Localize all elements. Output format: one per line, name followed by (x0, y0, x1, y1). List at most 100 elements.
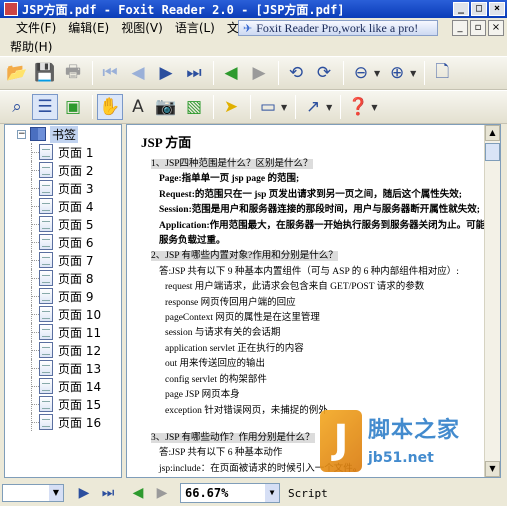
text-line: 答:JSP 共有以下 9 种基本内置组件（可与 ASP 的 6 种内部组件相对应… (141, 265, 486, 280)
chevron-down-icon[interactable]: ▼ (49, 485, 63, 501)
forward-icon[interactable]: ▶ (246, 60, 272, 86)
doc-minimize-button[interactable]: _ (452, 20, 468, 36)
chevron-down-icon[interactable]: ▼ (326, 103, 332, 112)
bookmark-item[interactable]: 页面 8 (5, 269, 121, 287)
maximize-button[interactable]: □ (471, 2, 487, 16)
open-icon[interactable]: 📂 (4, 60, 30, 86)
menu-item[interactable]: 语言(L) (169, 19, 221, 36)
bookmark-item[interactable]: 页面 7 (5, 251, 121, 269)
chevron-down-icon[interactable]: ▼ (374, 69, 380, 78)
app-icon (4, 2, 18, 16)
zoom-out-icon[interactable]: ⊖ (348, 60, 374, 86)
bookmark-panel-icon[interactable]: ☰ (32, 94, 58, 120)
last-page-icon[interactable]: ⏭ (181, 60, 207, 86)
page-icon (39, 198, 53, 214)
chevron-down-icon[interactable]: ▼ (281, 103, 287, 112)
bookmark-item[interactable]: 页面 14 (5, 377, 121, 395)
line-text: 3、JSP 有哪些动作？作用分别是什么？ (151, 432, 315, 443)
bookmark-item[interactable]: 页面 11 (5, 323, 121, 341)
collapse-icon[interactable]: − (17, 129, 26, 139)
bookmark-root-label: 书签 (50, 125, 79, 143)
bookmark-item[interactable]: 页面 6 (5, 233, 121, 251)
form-icon[interactable]: ▭ (255, 94, 281, 120)
thumbnail-icon[interactable]: ▣ (60, 94, 86, 120)
line-text: pageContext 网页的属性是在这里管理 (165, 313, 320, 324)
toolbar-separator (213, 95, 214, 119)
line-text: request 用户端请求，此请求会包含来自 GET/POST 请求的参数 (165, 282, 425, 293)
doc-close-button[interactable]: × (488, 20, 504, 36)
chevron-down-icon[interactable]: ▼ (410, 69, 416, 78)
prev-page-icon[interactable]: ◀ (125, 60, 151, 86)
first-page-icon[interactable]: ⏮ (97, 60, 123, 86)
bookmark-item[interactable]: 页面 5 (5, 215, 121, 233)
scroll-down-icon[interactable]: ▼ (485, 461, 500, 477)
chevron-down-icon[interactable]: ▼ (371, 103, 377, 112)
bookmark-item[interactable]: 页面 3 (5, 179, 121, 197)
text-line: session 与请求有关的会话期 (141, 326, 486, 341)
bookmark-item[interactable]: 页面 2 (5, 161, 121, 179)
bookmark-item[interactable]: 页面 13 (5, 359, 121, 377)
bookmark-item[interactable]: 页面 10 (5, 305, 121, 323)
help-icon[interactable]: ❓ (345, 94, 371, 120)
back-icon[interactable]: ◀ (218, 60, 244, 86)
hand-tool-icon[interactable]: ✋ (97, 94, 123, 120)
menu-help[interactable]: 帮助(H) (4, 38, 58, 55)
back-icon[interactable]: ◀ (126, 482, 150, 504)
bookmark-item-label: 页面 9 (58, 289, 94, 304)
page-icon (39, 306, 53, 322)
pointer-icon[interactable]: ➤ (218, 94, 244, 120)
bookmark-item[interactable]: 页面 9 (5, 287, 121, 305)
toolbar-separator (278, 61, 279, 85)
chevron-down-icon[interactable]: ▼ (265, 484, 279, 502)
forward-icon[interactable]: ▶ (150, 482, 174, 504)
find-icon[interactable]: ⌕ (4, 94, 30, 120)
image-select-icon[interactable]: ▧ (181, 94, 207, 120)
menu-item[interactable]: 文件(F) (4, 19, 62, 36)
arrow-tool-icon[interactable]: ↗ (300, 94, 326, 120)
snapshot-icon[interactable]: 📷 (153, 94, 179, 120)
page-number-select[interactable]: ▼ (2, 484, 64, 502)
status-bar: ▼ ▶ ⏭ ◀ ▶ 66.67% ▼ Script (0, 480, 507, 506)
text-select-icon[interactable]: A (125, 94, 151, 120)
bookmark-item[interactable]: 页面 15 (5, 395, 121, 413)
vertical-scrollbar[interactable]: ▲ ▼ (484, 125, 500, 477)
line-text: 服务负载过重。 (159, 236, 226, 247)
rotate-right-icon[interactable]: ⟳ (311, 60, 337, 86)
toolbar-separator (250, 95, 251, 119)
bookmark-item[interactable]: 页面 1 (5, 143, 121, 161)
bookmark-list: 页面 1 页面 2 页面 3 页面 4 页面 5 页面 6 页面 7 页面 8 页面 9 页面 1… (5, 143, 121, 431)
zoom-in-icon[interactable]: ⊕ (384, 60, 410, 86)
toolbar-separator (424, 61, 426, 85)
menu-item[interactable]: 视图(V) (115, 19, 169, 36)
save-icon[interactable]: 💾 (32, 60, 58, 86)
bookmark-item[interactable]: 页面 12 (5, 341, 121, 359)
close-button[interactable]: × (489, 2, 505, 16)
text-line: response 网页传回用户端的回应 (141, 296, 486, 311)
scroll-up-icon[interactable]: ▲ (485, 125, 500, 141)
print-icon[interactable]: 🖶 (60, 60, 86, 86)
line-text: 1、JSP四种范围是什么？区别是什么？ (151, 159, 313, 169)
page-icon[interactable]: 🗋 (429, 60, 455, 86)
bookmark-item[interactable]: 页面 16 (5, 413, 121, 431)
document-view[interactable]: JSP 方面 1、JSP四种范围是什么？区别是什么？ Page:指单单一页 jsp… (126, 124, 501, 478)
rotate-left-icon[interactable]: ⟲ (283, 60, 309, 86)
zoom-select[interactable]: 66.67% ▼ (180, 483, 280, 503)
next-page-icon[interactable]: ▶ (72, 482, 96, 504)
line-text: Request:的范围只在一 jsp 页发出请求到另一页之间，随后这个属性失效; (159, 189, 462, 200)
page-icon (39, 180, 53, 196)
last-page-icon[interactable]: ⏭ (96, 482, 120, 504)
next-page-icon[interactable]: ▶ (153, 60, 179, 86)
minimize-button[interactable]: _ (453, 2, 469, 16)
bookmark-root[interactable]: − 书签 (5, 125, 121, 143)
promo-banner[interactable]: ✈ Foxit Reader Pro,work like a pro! (238, 20, 438, 36)
bookmark-item-label: 页面 4 (58, 199, 94, 214)
bookmark-item[interactable]: 页面 4 (5, 197, 121, 215)
bookmark-item-label: 页面 15 (58, 397, 102, 412)
menu-item[interactable]: 编辑(E) (62, 19, 115, 36)
text-line: page JSP 网页本身 (141, 388, 486, 403)
question-line: 1、JSP四种范围是什么？区别是什么？ (141, 157, 486, 172)
page-icon (39, 270, 53, 286)
scroll-thumb[interactable] (485, 143, 500, 161)
bookmark-item-label: 页面 12 (58, 343, 102, 358)
doc-restore-button[interactable]: ▫ (470, 20, 486, 36)
